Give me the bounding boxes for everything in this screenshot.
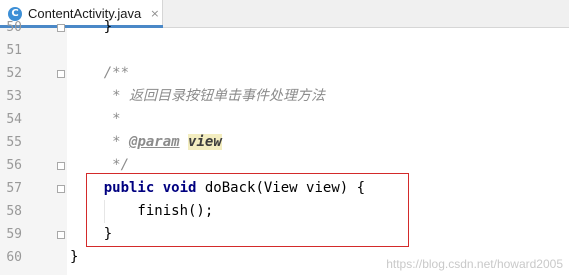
fold-marker-icon[interactable]	[57, 70, 65, 78]
doc-comment-text: 返回目录按钮单击事件处理方法	[129, 88, 326, 104]
fold-marker-icon[interactable]	[57, 24, 65, 32]
close-icon[interactable]: ×	[150, 7, 159, 20]
highlight-box	[86, 173, 409, 247]
code-line-54[interactable]: *	[70, 108, 121, 131]
doc-comment-open: /**	[70, 65, 130, 81]
doc-comment-prefix: *	[70, 88, 130, 104]
line-number: 59	[6, 227, 22, 242]
code-line-53[interactable]: * 返回目录按钮单击事件处理方法	[70, 85, 325, 108]
line-number: 57	[6, 181, 22, 196]
javadoc-param-name: view	[188, 134, 222, 150]
code-line-55[interactable]: * @param view	[70, 131, 222, 154]
line-number: 53	[6, 89, 22, 104]
fold-marker-icon[interactable]	[57, 162, 65, 170]
watermark: https://blog.csdn.net/howard2005	[386, 257, 563, 271]
fold-marker-icon[interactable]	[57, 231, 65, 239]
line-number: 50	[6, 20, 22, 35]
line-number: 60	[6, 250, 22, 265]
code-line-52[interactable]: /**	[70, 62, 129, 85]
line-number: 56	[6, 158, 22, 173]
code-line-50[interactable]: }	[70, 16, 112, 39]
code-line-60[interactable]: }	[70, 246, 78, 269]
line-number: 58	[6, 204, 22, 219]
line-number: 51	[6, 43, 22, 58]
doc-comment-prefix: *	[70, 134, 130, 150]
javadoc-param-tag: @param	[129, 134, 180, 150]
line-number: 52	[6, 66, 22, 81]
line-number: 54	[6, 112, 22, 127]
doc-comment-close: */	[70, 157, 130, 173]
doc-comment-star: *	[70, 111, 121, 127]
line-number: 55	[6, 135, 22, 150]
fold-marker-icon[interactable]	[57, 185, 65, 193]
